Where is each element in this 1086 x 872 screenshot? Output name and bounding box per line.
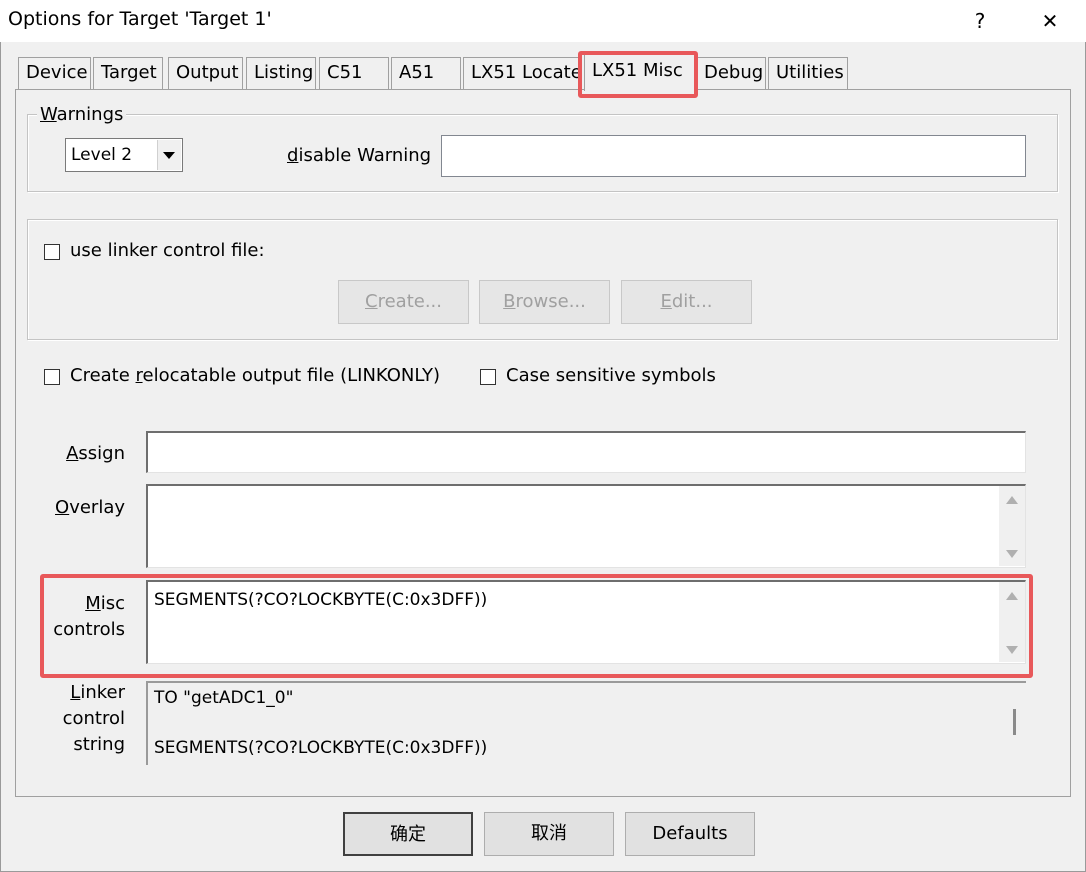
overlay-scrollbar[interactable] — [999, 486, 1025, 566]
edit-button[interactable]: Edit... — [621, 280, 752, 324]
help-button[interactable]: ? — [958, 4, 1002, 38]
relocatable-checkbox[interactable] — [44, 369, 60, 385]
overlay-textarea[interactable] — [146, 484, 1026, 568]
linker-control-string-label: Linker control string — [62, 682, 125, 755]
assign-label: Assign — [66, 443, 125, 464]
tab-device[interactable]: Device — [18, 57, 91, 89]
disable-warning-label: disable Warning — [287, 145, 432, 166]
scrollbar-thumb[interactable] — [1013, 709, 1016, 735]
chevron-down-icon[interactable] — [157, 140, 181, 170]
defaults-button[interactable]: Defaults — [625, 812, 755, 856]
tab-panel-border — [15, 89, 1071, 90]
warning-level-value: Level 2 — [71, 145, 133, 165]
create-button[interactable]: Create... — [338, 280, 469, 324]
highlight-tab — [578, 51, 698, 98]
warnings-group-label: Warnings — [37, 104, 127, 125]
use-linker-file-checkbox[interactable] — [44, 244, 60, 260]
case-sensitive-label: Case sensitive symbols — [506, 365, 716, 386]
browse-button[interactable]: Browse... — [479, 280, 610, 324]
scroll-up-icon[interactable] — [1006, 496, 1018, 504]
overlay-label: Overlay — [55, 497, 125, 518]
tab-debug[interactable]: Debug — [696, 57, 766, 89]
tab-listing[interactable]: Listing — [246, 57, 316, 89]
linker-control-string-box[interactable]: TO "getADC1_0" SEGMENTS(?CO?LOCKBYTE(C:0… — [146, 681, 1026, 765]
disable-warning-input[interactable] — [441, 135, 1026, 177]
tab-output[interactable]: Output — [168, 57, 243, 89]
ok-button[interactable]: 确定 — [343, 812, 473, 856]
relocatable-label: Create relocatable output file (LINKONLY… — [70, 365, 441, 386]
cancel-button[interactable]: 取消 — [484, 812, 614, 856]
tab-target[interactable]: Target — [93, 57, 163, 89]
scroll-down-icon[interactable] — [1006, 550, 1018, 558]
window-title: Options for Target 'Target 1' — [8, 8, 272, 30]
tab-utilities[interactable]: Utilities — [768, 57, 848, 89]
highlight-misc-controls — [40, 574, 1033, 678]
warning-level-select[interactable]: Level 2 — [65, 138, 183, 172]
case-sensitive-checkbox[interactable] — [480, 369, 496, 385]
use-linker-file-label: use linker control file: — [70, 240, 265, 261]
tab-a51[interactable]: A51 — [391, 57, 461, 89]
assign-input[interactable] — [146, 431, 1026, 473]
tab-lx51-locate[interactable]: LX51 Locate — [463, 57, 582, 89]
tab-c51[interactable]: C51 — [319, 57, 389, 89]
linker-string-line-2: SEGMENTS(?CO?LOCKBYTE(C:0x3DFF)) — [154, 738, 488, 758]
linker-string-line-1: TO "getADC1_0" — [154, 688, 294, 708]
close-icon[interactable]: ✕ — [1028, 4, 1072, 38]
